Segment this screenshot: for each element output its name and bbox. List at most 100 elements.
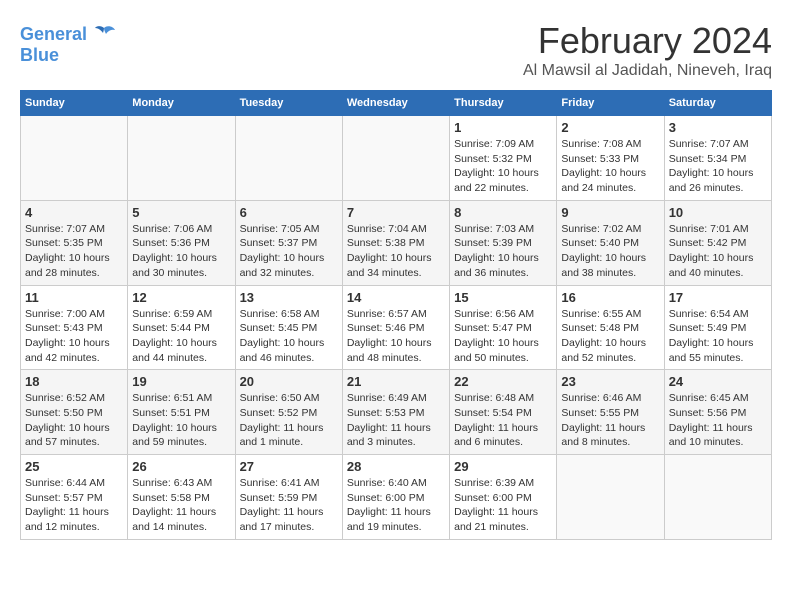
calendar-cell: 24 Sunrise: 6:45 AMSunset: 5:56 PMDayligh… <box>664 370 771 455</box>
logo-bird-icon <box>89 20 119 50</box>
title-block: February 2024 Al Mawsil al Jadidah, Nine… <box>523 20 772 80</box>
location-title: Al Mawsil al Jadidah, Nineveh, Iraq <box>523 62 772 80</box>
day-number: 28 <box>347 459 445 474</box>
day-number: 22 <box>454 374 552 389</box>
day-info: Sunrise: 7:03 AMSunset: 5:39 PMDaylight:… <box>454 222 552 281</box>
day-number: 10 <box>669 205 767 220</box>
calendar-cell: 22 Sunrise: 6:48 AMSunset: 5:54 PMDayligh… <box>450 370 557 455</box>
calendar-cell <box>342 116 449 201</box>
calendar-week-row: 18 Sunrise: 6:52 AMSunset: 5:50 PMDayligh… <box>21 370 772 455</box>
weekday-header: Thursday <box>450 91 557 116</box>
day-info: Sunrise: 7:07 AMSunset: 5:35 PMDaylight:… <box>25 222 123 281</box>
day-number: 18 <box>25 374 123 389</box>
day-number: 7 <box>347 205 445 220</box>
calendar-cell: 10 Sunrise: 7:01 AMSunset: 5:42 PMDayligh… <box>664 200 771 285</box>
calendar-week-row: 25 Sunrise: 6:44 AMSunset: 5:57 PMDayligh… <box>21 455 772 540</box>
calendar-week-row: 11 Sunrise: 7:00 AMSunset: 5:43 PMDayligh… <box>21 285 772 370</box>
day-info: Sunrise: 6:43 AMSunset: 5:58 PMDaylight:… <box>132 476 230 535</box>
day-number: 24 <box>669 374 767 389</box>
day-number: 27 <box>240 459 338 474</box>
day-number: 11 <box>25 290 123 305</box>
weekday-header: Friday <box>557 91 664 116</box>
day-info: Sunrise: 6:55 AMSunset: 5:48 PMDaylight:… <box>561 307 659 366</box>
calendar-cell: 7 Sunrise: 7:04 AMSunset: 5:38 PMDaylight… <box>342 200 449 285</box>
month-year-title: February 2024 <box>523 20 772 62</box>
calendar-cell: 18 Sunrise: 6:52 AMSunset: 5:50 PMDayligh… <box>21 370 128 455</box>
logo-blue-text: Blue <box>20 46 59 66</box>
calendar-cell: 4Sunrise: 7:07 AMSunset: 5:35 PMDaylight… <box>21 200 128 285</box>
day-info: Sunrise: 6:50 AMSunset: 5:52 PMDaylight:… <box>240 391 338 450</box>
day-number: 8 <box>454 205 552 220</box>
day-info: Sunrise: 7:07 AMSunset: 5:34 PMDaylight:… <box>669 137 767 196</box>
day-info: Sunrise: 7:01 AMSunset: 5:42 PMDaylight:… <box>669 222 767 281</box>
weekday-header: Wednesday <box>342 91 449 116</box>
page-header: General Blue February 2024 Al Mawsil al … <box>20 20 772 80</box>
day-number: 25 <box>25 459 123 474</box>
calendar-cell: 27Sunrise: 6:41 AMSunset: 5:59 PMDayligh… <box>235 455 342 540</box>
calendar-cell <box>21 116 128 201</box>
day-number: 13 <box>240 290 338 305</box>
day-number: 6 <box>240 205 338 220</box>
calendar-cell: 2Sunrise: 7:08 AMSunset: 5:33 PMDaylight… <box>557 116 664 201</box>
calendar-cell: 28 Sunrise: 6:40 AMSunset: 6:00 PMDayligh… <box>342 455 449 540</box>
day-info: Sunrise: 6:52 AMSunset: 5:50 PMDaylight:… <box>25 391 123 450</box>
calendar-cell: 26Sunrise: 6:43 AMSunset: 5:58 PMDayligh… <box>128 455 235 540</box>
day-info: Sunrise: 6:51 AMSunset: 5:51 PMDaylight:… <box>132 391 230 450</box>
day-info: Sunrise: 7:04 AMSunset: 5:38 PMDaylight:… <box>347 222 445 281</box>
day-info: Sunrise: 6:54 AMSunset: 5:49 PMDaylight:… <box>669 307 767 366</box>
calendar-cell: 29 Sunrise: 6:39 AMSunset: 6:00 PMDayligh… <box>450 455 557 540</box>
day-number: 3 <box>669 120 767 135</box>
logo: General Blue <box>20 20 119 66</box>
weekday-header: Tuesday <box>235 91 342 116</box>
day-info: Sunrise: 7:08 AMSunset: 5:33 PMDaylight:… <box>561 137 659 196</box>
day-info: Sunrise: 6:56 AMSunset: 5:47 PMDaylight:… <box>454 307 552 366</box>
calendar-cell: 11 Sunrise: 7:00 AMSunset: 5:43 PMDayligh… <box>21 285 128 370</box>
calendar-cell: 5Sunrise: 7:06 AMSunset: 5:36 PMDaylight… <box>128 200 235 285</box>
day-info: Sunrise: 6:46 AMSunset: 5:55 PMDaylight:… <box>561 391 659 450</box>
day-info: Sunrise: 7:00 AMSunset: 5:43 PMDaylight:… <box>25 307 123 366</box>
calendar-header-row: SundayMondayTuesdayWednesdayThursdayFrid… <box>21 91 772 116</box>
calendar-week-row: 1 Sunrise: 7:09 AMSunset: 5:32 PMDaylight… <box>21 116 772 201</box>
day-info: Sunrise: 6:49 AMSunset: 5:53 PMDaylight:… <box>347 391 445 450</box>
day-info: Sunrise: 7:06 AMSunset: 5:36 PMDaylight:… <box>132 222 230 281</box>
day-info: Sunrise: 7:09 AMSunset: 5:32 PMDaylight:… <box>454 137 552 196</box>
day-info: Sunrise: 6:57 AMSunset: 5:46 PMDaylight:… <box>347 307 445 366</box>
calendar-cell: 14 Sunrise: 6:57 AMSunset: 5:46 PMDayligh… <box>342 285 449 370</box>
calendar-cell: 19 Sunrise: 6:51 AMSunset: 5:51 PMDayligh… <box>128 370 235 455</box>
calendar-cell <box>557 455 664 540</box>
day-number: 14 <box>347 290 445 305</box>
calendar-cell: 12 Sunrise: 6:59 AMSunset: 5:44 PMDayligh… <box>128 285 235 370</box>
day-info: Sunrise: 6:40 AMSunset: 6:00 PMDaylight:… <box>347 476 445 535</box>
calendar-cell <box>235 116 342 201</box>
day-number: 20 <box>240 374 338 389</box>
weekday-header: Sunday <box>21 91 128 116</box>
day-number: 16 <box>561 290 659 305</box>
day-info: Sunrise: 6:44 AMSunset: 5:57 PMDaylight:… <box>25 476 123 535</box>
logo-text: General <box>20 25 87 45</box>
calendar-cell: 17 Sunrise: 6:54 AMSunset: 5:49 PMDayligh… <box>664 285 771 370</box>
day-info: Sunrise: 7:02 AMSunset: 5:40 PMDaylight:… <box>561 222 659 281</box>
day-number: 15 <box>454 290 552 305</box>
calendar-cell <box>128 116 235 201</box>
calendar-cell: 6 Sunrise: 7:05 AMSunset: 5:37 PMDaylight… <box>235 200 342 285</box>
weekday-header: Monday <box>128 91 235 116</box>
day-number: 19 <box>132 374 230 389</box>
day-info: Sunrise: 6:48 AMSunset: 5:54 PMDaylight:… <box>454 391 552 450</box>
day-number: 12 <box>132 290 230 305</box>
calendar-cell: 16 Sunrise: 6:55 AMSunset: 5:48 PMDayligh… <box>557 285 664 370</box>
day-info: Sunrise: 6:45 AMSunset: 5:56 PMDaylight:… <box>669 391 767 450</box>
day-number: 17 <box>669 290 767 305</box>
calendar-cell: 25 Sunrise: 6:44 AMSunset: 5:57 PMDayligh… <box>21 455 128 540</box>
calendar-week-row: 4Sunrise: 7:07 AMSunset: 5:35 PMDaylight… <box>21 200 772 285</box>
day-number: 1 <box>454 120 552 135</box>
day-info: Sunrise: 7:05 AMSunset: 5:37 PMDaylight:… <box>240 222 338 281</box>
day-info: Sunrise: 6:58 AMSunset: 5:45 PMDaylight:… <box>240 307 338 366</box>
day-info: Sunrise: 6:39 AMSunset: 6:00 PMDaylight:… <box>454 476 552 535</box>
calendar-cell: 21Sunrise: 6:49 AMSunset: 5:53 PMDayligh… <box>342 370 449 455</box>
calendar-cell: 1 Sunrise: 7:09 AMSunset: 5:32 PMDaylight… <box>450 116 557 201</box>
day-number: 9 <box>561 205 659 220</box>
day-info: Sunrise: 6:59 AMSunset: 5:44 PMDaylight:… <box>132 307 230 366</box>
calendar-table: SundayMondayTuesdayWednesdayThursdayFrid… <box>20 90 772 540</box>
calendar-cell: 13 Sunrise: 6:58 AMSunset: 5:45 PMDayligh… <box>235 285 342 370</box>
day-number: 29 <box>454 459 552 474</box>
